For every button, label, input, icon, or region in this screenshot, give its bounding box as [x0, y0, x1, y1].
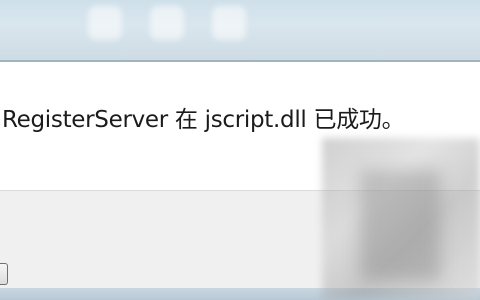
regsvr32-dialog: RegisterServer 在 jscript.dll 已成功。	[0, 0, 480, 300]
blurred-overlay	[360, 170, 440, 280]
dialog-title-bar[interactable]	[0, 0, 480, 62]
glass-reflection	[150, 6, 184, 40]
ok-button[interactable]	[0, 263, 8, 285]
dialog-message: RegisterServer 在 jscript.dll 已成功。	[2, 107, 405, 133]
glass-reflection	[88, 6, 122, 40]
glass-reflection	[212, 6, 246, 40]
